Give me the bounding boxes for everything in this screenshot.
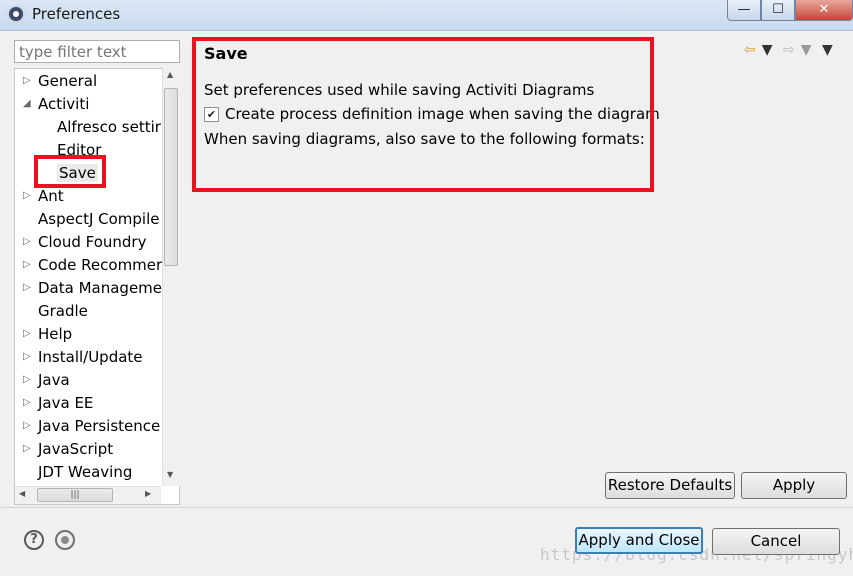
tree-vertical-scrollbar[interactable]: ▲ ▼ bbox=[162, 68, 180, 486]
tree-item-label[interactable]: Install/Update bbox=[38, 348, 143, 366]
record-icon[interactable] bbox=[55, 530, 75, 550]
tree-item-label[interactable]: Cloud Foundry bbox=[38, 233, 146, 251]
collapsed-arrow-icon[interactable]: ▷ bbox=[23, 415, 31, 437]
horizontal-scroll-thumb[interactable]: ||| bbox=[37, 488, 113, 502]
view-menu-icon[interactable]: ▼ bbox=[822, 42, 833, 58]
tree-item-label[interactable]: Ant bbox=[38, 187, 64, 205]
tree-item[interactable]: ▷ Data Manageme bbox=[23, 277, 162, 299]
tree-item[interactable]: ▷ Code Recommer bbox=[23, 254, 162, 276]
tree-item[interactable]: Alfresco settir bbox=[57, 116, 161, 138]
collapsed-arrow-icon[interactable]: ▷ bbox=[23, 323, 31, 345]
minimize-button[interactable]: — bbox=[727, 0, 761, 21]
tree-item[interactable]: ▷ JavaScript bbox=[23, 438, 113, 460]
tree-item[interactable]: ▷ Java bbox=[23, 369, 70, 391]
close-button[interactable]: ✕ bbox=[795, 0, 853, 21]
collapsed-arrow-icon[interactable]: ▷ bbox=[23, 392, 31, 414]
window-title: Preferences bbox=[32, 5, 121, 23]
preferences-tree: ▷ General ◢ Activiti Alfresco settir Editor Sa… bbox=[14, 68, 180, 505]
tree-item-label[interactable]: Code Recommer bbox=[38, 256, 162, 274]
tree-item-label[interactable]: Java EE bbox=[38, 394, 93, 412]
tree-item-label[interactable]: JDT Weaving bbox=[38, 463, 132, 481]
scroll-up-icon[interactable]: ▲ bbox=[167, 70, 173, 79]
apply-button[interactable]: Apply bbox=[741, 472, 847, 499]
restore-defaults-button[interactable]: Restore Defaults bbox=[605, 472, 735, 499]
tree-item-label[interactable]: Java bbox=[38, 371, 70, 389]
scroll-down-icon[interactable]: ▼ bbox=[167, 470, 173, 479]
collapsed-arrow-icon[interactable]: ▷ bbox=[23, 277, 31, 299]
help-icon[interactable]: ? bbox=[24, 530, 44, 550]
tree-item-label[interactable]: Help bbox=[38, 325, 72, 343]
apply-and-close-button[interactable]: Apply and Close bbox=[575, 527, 703, 554]
tree-item[interactable]: ▷ Java Persistence bbox=[23, 415, 160, 437]
tree-item-label[interactable]: Data Manageme bbox=[38, 279, 162, 297]
tree-item-label[interactable]: AspectJ Compile bbox=[38, 210, 160, 228]
cancel-button[interactable]: Cancel bbox=[712, 528, 840, 555]
tree-item[interactable]: ▷ Ant bbox=[23, 185, 64, 207]
highlight-annotation-content bbox=[192, 37, 654, 192]
tree-horizontal-scrollbar[interactable]: ◀ ||| ▶ bbox=[15, 486, 161, 504]
highlight-annotation-save bbox=[34, 155, 106, 188]
eclipse-app-icon bbox=[7, 5, 25, 23]
collapsed-arrow-icon[interactable]: ▷ bbox=[23, 70, 31, 92]
tree-item[interactable]: Gradle bbox=[38, 300, 88, 322]
back-icon[interactable]: ⇦ bbox=[744, 42, 756, 58]
collapsed-arrow-icon[interactable]: ▷ bbox=[23, 254, 31, 276]
page-navigation: ⇦ ▼ ⇨ ▼ ▼ bbox=[744, 42, 839, 58]
tree-item-label[interactable]: Activiti bbox=[38, 95, 89, 113]
footer-separator bbox=[0, 507, 853, 508]
tree-item[interactable]: ▷ Java EE bbox=[23, 392, 93, 414]
tree-item[interactable]: ▷ Install/Update bbox=[23, 346, 143, 368]
collapsed-arrow-icon[interactable]: ▷ bbox=[23, 438, 31, 460]
tree-item[interactable]: ▷ Help bbox=[23, 323, 72, 345]
forward-icon[interactable]: ⇨ bbox=[783, 42, 795, 58]
expanded-arrow-icon[interactable]: ◢ bbox=[23, 93, 31, 115]
tree-item[interactable]: ◢ Activiti bbox=[23, 93, 89, 115]
collapsed-arrow-icon[interactable]: ▷ bbox=[23, 369, 31, 391]
vertical-scroll-thumb[interactable] bbox=[164, 88, 178, 266]
collapsed-arrow-icon[interactable]: ▷ bbox=[23, 231, 31, 253]
back-menu-icon[interactable]: ▼ bbox=[762, 42, 773, 58]
scroll-right-icon[interactable]: ▶ bbox=[145, 489, 151, 498]
tree-item-label[interactable]: General bbox=[38, 72, 97, 90]
forward-menu-icon[interactable]: ▼ bbox=[801, 42, 812, 58]
scroll-left-icon[interactable]: ◀ bbox=[19, 489, 25, 498]
title-bar: Preferences — ☐ ✕ bbox=[0, 0, 853, 31]
maximize-button[interactable]: ☐ bbox=[761, 0, 795, 21]
collapsed-arrow-icon[interactable]: ▷ bbox=[23, 185, 31, 207]
tree-item[interactable]: ▷ Cloud Foundry bbox=[23, 231, 146, 253]
tree-item[interactable]: ▷ General bbox=[23, 70, 97, 92]
tree-item-label[interactable]: Gradle bbox=[38, 302, 88, 320]
collapsed-arrow-icon[interactable]: ▷ bbox=[23, 346, 31, 368]
tree-item[interactable]: AspectJ Compile bbox=[38, 208, 160, 230]
tree-item-label[interactable]: Java Persistence bbox=[38, 417, 160, 435]
tree-item-label[interactable]: Alfresco settir bbox=[57, 118, 161, 136]
filter-input[interactable] bbox=[14, 40, 180, 63]
tree-item[interactable]: JDT Weaving bbox=[38, 461, 132, 483]
tree-item-label[interactable]: JavaScript bbox=[38, 440, 113, 458]
